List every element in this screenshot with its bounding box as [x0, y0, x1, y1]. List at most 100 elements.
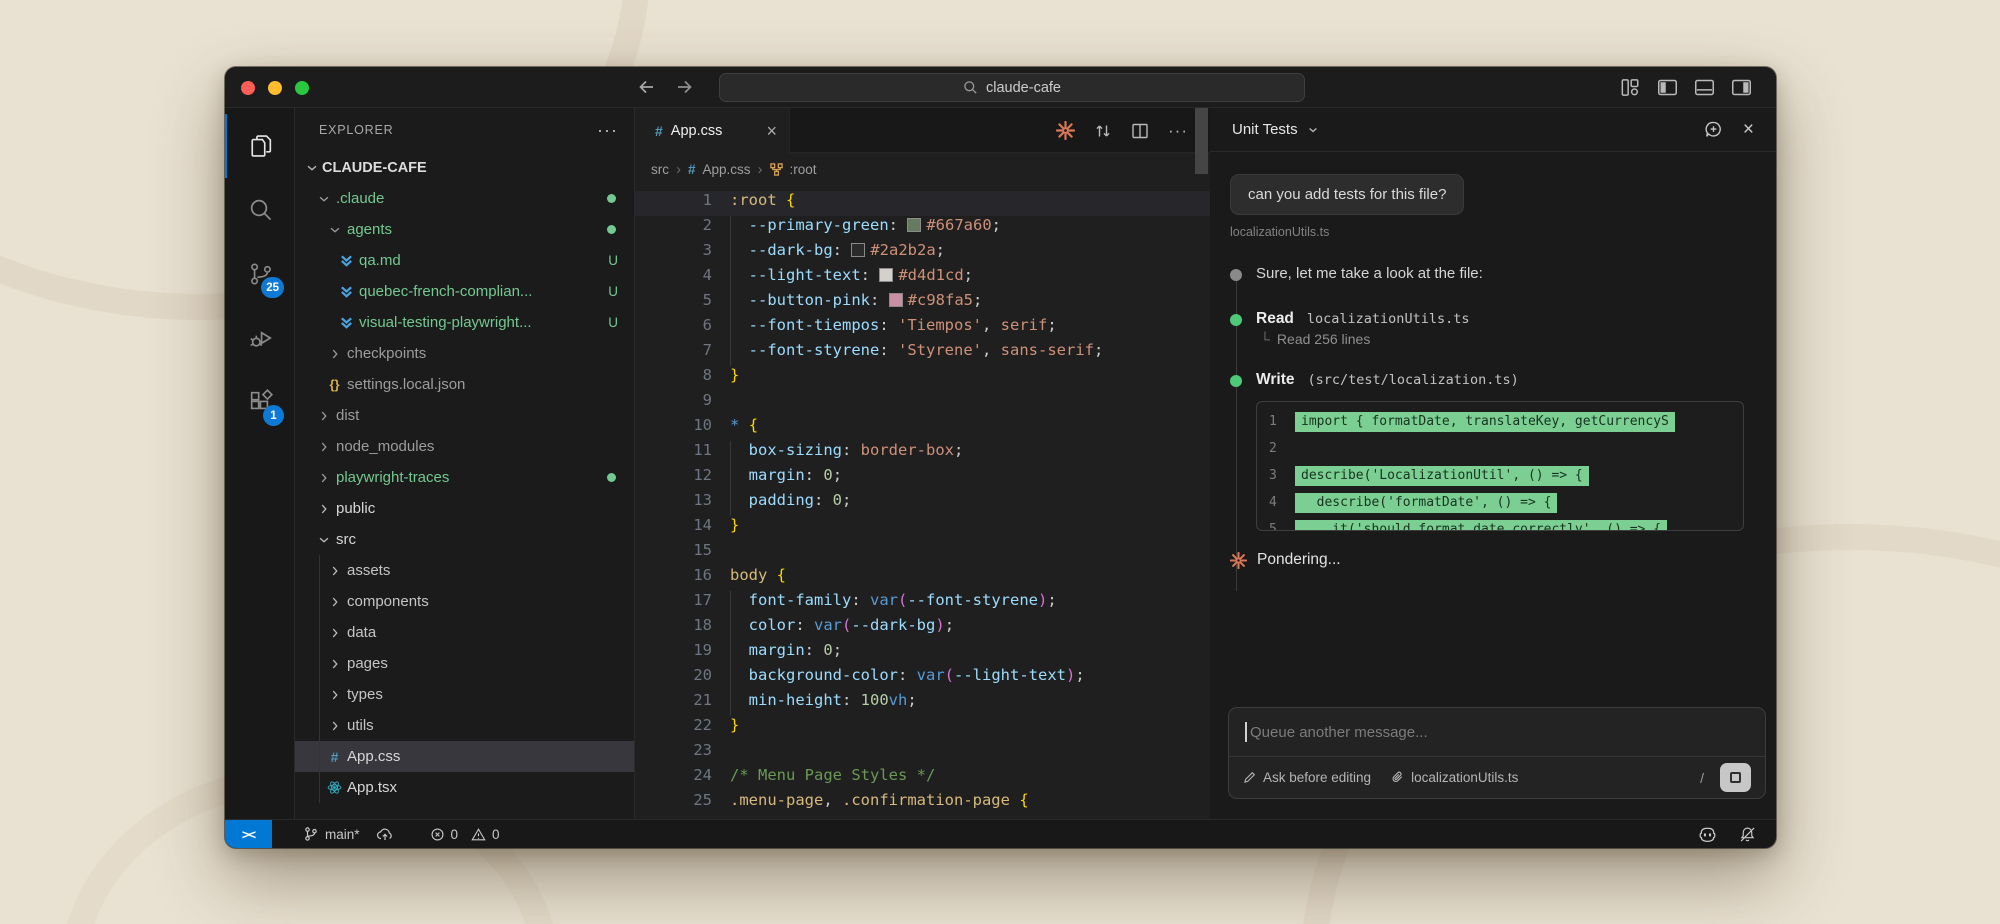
- publish-changes-icon[interactable]: [376, 826, 394, 842]
- token: [730, 666, 749, 684]
- toggle-secondary-sidebar-icon[interactable]: [1731, 77, 1752, 98]
- tree-item-agents[interactable]: agents: [295, 214, 634, 245]
- breadcrumb[interactable]: src › # App.css › :root: [635, 153, 1210, 185]
- copilot-icon[interactable]: [1698, 825, 1717, 844]
- diff-line: 4 describe('formatDate', () => {: [1257, 489, 1743, 516]
- tree-item-app-tsx[interactable]: App.tsx: [295, 772, 634, 803]
- tree-item-utils[interactable]: utils: [295, 710, 634, 741]
- compare-changes-icon[interactable]: [1094, 122, 1112, 140]
- token: --font-styrene: [749, 341, 880, 359]
- tree-item-types[interactable]: types: [295, 679, 634, 710]
- git-branch-status[interactable]: main*: [303, 826, 360, 842]
- tree-item-label: utils: [347, 717, 374, 734]
- tree-item-checkpoints[interactable]: checkpoints: [295, 338, 634, 369]
- token: ;: [1047, 591, 1056, 609]
- activity-search[interactable]: [225, 178, 294, 242]
- breadcrumb-symbol[interactable]: :root: [790, 162, 817, 177]
- navigate-back-icon[interactable]: [637, 76, 657, 98]
- vscode-window: claude-cafe: [225, 67, 1776, 848]
- stop-button[interactable]: [1720, 763, 1751, 792]
- code-line: 1:root {: [635, 191, 1210, 216]
- chevron-right-icon[interactable]: [324, 688, 345, 702]
- tree-item-visual-testing-playwright-[interactable]: visual-testing-playwright...U: [295, 307, 634, 338]
- tab-app-css[interactable]: # App.css ×: [635, 108, 790, 153]
- chevron-right-icon[interactable]: [313, 471, 334, 485]
- tree-item-dist[interactable]: dist: [295, 400, 634, 431]
- split-editor-icon[interactable]: [1131, 122, 1149, 140]
- editor-scrollbar[interactable]: [1195, 108, 1208, 174]
- tree-item-settings-local-json[interactable]: {}settings.local.json: [295, 369, 634, 400]
- indent-guide: [730, 216, 731, 241]
- breadcrumb-src[interactable]: src: [651, 162, 669, 177]
- tree-item-quebec-french-complian-[interactable]: quebec-french-complian...U: [295, 276, 634, 307]
- claude-code-icon[interactable]: [1056, 121, 1075, 140]
- tree-item-data[interactable]: data: [295, 617, 634, 648]
- token: margin: [749, 641, 805, 659]
- remote-indicator[interactable]: ><: [225, 820, 272, 848]
- tree-item-src[interactable]: src: [295, 524, 634, 555]
- tree-item-label: playwright-traces: [336, 469, 449, 486]
- context-file-chip[interactable]: localizationUtils.ts: [1391, 770, 1518, 785]
- tree-item-pages[interactable]: pages: [295, 648, 634, 679]
- chevron-down-icon[interactable]: [324, 223, 345, 237]
- tree-item-qa-md[interactable]: qa.mdU: [295, 245, 634, 276]
- workspace-root-folder[interactable]: CLAUDE-CAFE: [295, 152, 634, 183]
- customize-layout-icon[interactable]: [1620, 77, 1641, 98]
- code-text: --light-text: #d4d1cd;: [730, 266, 973, 291]
- tree-item-label: agents: [347, 221, 392, 238]
- diff-preview[interactable]: 1import { formatDate, translateKey, getC…: [1256, 401, 1744, 531]
- chevron-down-icon[interactable]: [313, 192, 334, 206]
- chevron-right-icon[interactable]: [324, 347, 345, 361]
- composer-input[interactable]: Queue another message...: [1229, 708, 1765, 757]
- activity-extensions[interactable]: 1: [225, 370, 294, 434]
- tree-item-components[interactable]: components: [295, 586, 634, 617]
- close-panel-icon[interactable]: ×: [1743, 119, 1754, 141]
- close-window-button[interactable]: [241, 81, 255, 95]
- chevron-right-icon[interactable]: [324, 719, 345, 733]
- close-tab-icon[interactable]: ×: [766, 122, 777, 140]
- token: :: [814, 491, 833, 509]
- tree-item-app-css[interactable]: #App.css: [295, 741, 634, 772]
- toggle-primary-sidebar-icon[interactable]: [1657, 77, 1678, 98]
- toggle-panel-icon[interactable]: [1694, 77, 1715, 98]
- chevron-right-icon[interactable]: [324, 657, 345, 671]
- slash-commands-button[interactable]: /: [1700, 770, 1704, 786]
- explorer-more-actions-icon[interactable]: ···: [597, 120, 618, 141]
- activity-run-debug[interactable]: [225, 306, 294, 370]
- activity-source-control[interactable]: 25: [225, 242, 294, 306]
- tree-item-label: visual-testing-playwright...: [359, 314, 532, 331]
- tree-item--claude[interactable]: .claude: [295, 183, 634, 214]
- tree-item-playwright-traces[interactable]: playwright-traces: [295, 462, 634, 493]
- minimize-window-button[interactable]: [268, 81, 282, 95]
- editor-more-actions-icon[interactable]: ···: [1168, 121, 1188, 141]
- chevron-right-icon[interactable]: [324, 564, 345, 578]
- chevron-right-icon[interactable]: [313, 502, 334, 516]
- tree-item-assets[interactable]: assets: [295, 555, 634, 586]
- token: ;: [945, 616, 954, 634]
- activity-explorer[interactable]: [225, 114, 294, 178]
- token: :: [795, 616, 814, 634]
- chevron-right-icon[interactable]: [324, 626, 345, 640]
- token: #c98fa5: [908, 291, 973, 309]
- navigate-forward-icon[interactable]: [674, 76, 694, 98]
- tree-item-node-modules[interactable]: node_modules: [295, 431, 634, 462]
- indent-guide: [730, 441, 731, 466]
- notifications-muted-icon[interactable]: [1739, 826, 1756, 843]
- new-chat-icon[interactable]: [1704, 120, 1723, 139]
- edit-mode-selector[interactable]: Ask before editing: [1243, 770, 1371, 785]
- chevron-right-icon[interactable]: [313, 440, 334, 454]
- chevron-right-icon[interactable]: [313, 409, 334, 423]
- line-number: 23: [635, 741, 730, 766]
- chat-title-dropdown[interactable]: Unit Tests: [1232, 121, 1319, 138]
- breadcrumb-file[interactable]: App.css: [703, 162, 751, 177]
- chevron-right-icon[interactable]: [324, 595, 345, 609]
- command-center-search[interactable]: claude-cafe: [719, 73, 1305, 102]
- code-text: }: [730, 716, 739, 741]
- chevron-down-icon[interactable]: [313, 533, 334, 547]
- code-area[interactable]: 1:root {2 --primary-green: #667a60;3 --d…: [635, 185, 1210, 816]
- maximize-window-button[interactable]: [295, 81, 309, 95]
- tree-item-label: pages: [347, 655, 388, 672]
- problems-status[interactable]: 0 0: [430, 827, 500, 842]
- attached-file-label[interactable]: localizationUtils.ts: [1230, 225, 1756, 239]
- tree-item-public[interactable]: public: [295, 493, 634, 524]
